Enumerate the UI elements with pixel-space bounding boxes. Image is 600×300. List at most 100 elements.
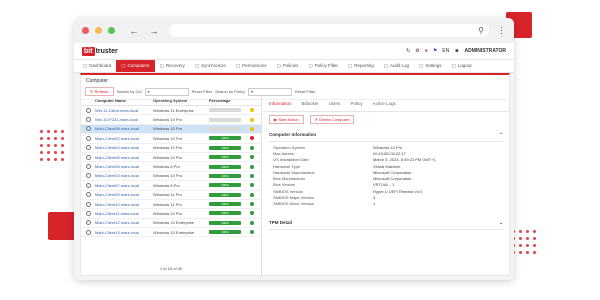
minimize-window-icon[interactable] [95,27,102,34]
tab-information[interactable]: Information [269,101,292,106]
info-icon[interactable]: ● [425,48,428,54]
refresh-button[interactable]: ↻ Refresh [85,87,114,96]
chevron-up-icon[interactable]: ⌃ [499,132,503,138]
row-radio[interactable] [81,192,95,198]
table-row[interactable]: Main-Client05.mars.local Windows 10 Pro 10… [81,153,261,163]
table-row[interactable]: Win-11-Client.mars.local Windows 11 Enter… [81,106,261,116]
operating-system-cell: Windows 10 Pro [153,135,183,141]
chevron-down-icon[interactable]: ⌄ [499,220,503,226]
table-row[interactable]: Main-Client08.mars.local Windows 10 Pro [81,124,261,135]
computer-name-link[interactable]: Win-10-P2Z1.mars.local [95,117,153,122]
computer-name-link[interactable]: Main-Client05.mars.local [95,155,153,160]
percentage-cell: 100% [209,145,247,150]
computer-name-link[interactable]: Main-Client06.mars.local [95,164,153,169]
delete-computer-button[interactable]: ✕ Delete Computer [309,115,355,124]
computer-name-link[interactable]: Main-Client07.mars.local [95,183,153,188]
tab-bitlocker[interactable]: Bitlocker [302,101,319,106]
reset-filter-ou[interactable]: Reset Filter [192,89,212,94]
row-radio[interactable] [81,154,95,160]
menu-item-settings[interactable]: ▢ Settings [414,60,447,72]
menu-item-policy-filter[interactable]: ▢ Policy Filter [303,60,343,72]
computer-name-link[interactable]: Main-Client13.mars.local [95,230,153,235]
percentage-bar: 100% [209,183,241,188]
start-action-button[interactable]: ▶ Start Action [269,115,304,124]
table-row[interactable]: Main-Client11.mars.local Windows 10 Pro 10… [81,209,261,219]
user-name[interactable]: ADMINISTRATOR [465,48,506,54]
computer-name-link[interactable]: Main-Client10.mars.local [95,202,153,207]
row-radio[interactable] [81,201,95,207]
computer-name-link[interactable]: Main-Client08.mars.local [95,126,153,131]
refresh-icon[interactable]: ↻ [406,48,410,54]
more-options-icon[interactable]: ⋮ [497,25,506,36]
header-percentage[interactable]: Percentage [209,98,247,103]
row-radio[interactable] [81,173,95,179]
reset-filter-policy[interactable]: Reset Filter [295,89,315,94]
table-row[interactable]: Main-Client13.mars.local Windows 10 Enter… [81,228,261,238]
menu-item-synchronize[interactable]: ▢ Synchronize [190,60,231,72]
user-avatar-icon[interactable]: ☻ [454,48,459,54]
tab-users[interactable]: Users [329,101,341,106]
tpm-detail-section[interactable]: TPM Detail ⌄ [269,217,503,230]
header-computer-name[interactable]: Computer Name [95,98,153,103]
table-row[interactable]: Main-Client12.mars.local Windows 10 Enter… [81,219,261,229]
menu-item-reporting[interactable]: ▢ Reporting [343,60,379,72]
forward-arrow-icon[interactable]: → [147,24,161,38]
computer-name-link[interactable]: Main-Client03.mars.local [95,173,153,178]
status-dot-icon [247,183,257,188]
status-dot-icon [247,164,257,169]
computer-name-link[interactable]: Main-Client09.mars.local [95,192,153,197]
table-row[interactable]: Main-Client10.mars.local Windows 11 Pro 10… [81,200,261,210]
menu-item-computers[interactable]: ▢ Computers [116,60,155,72]
search-ou-select[interactable]: ▾ [144,87,189,96]
row-radio[interactable] [81,182,95,188]
info-value: 1 [373,201,376,207]
row-radio[interactable] [81,117,95,123]
percentage-cell [209,108,247,113]
row-radio[interactable] [81,210,95,216]
row-radio[interactable] [81,145,95,151]
close-window-icon[interactable] [82,27,89,34]
menu-item-permissions[interactable]: ▢ Permissions [231,60,272,72]
row-radio[interactable] [81,126,95,132]
tab-active-logs[interactable]: Active Logs [373,101,396,106]
percentage-cell: 100% [209,192,247,197]
menu-item-dashboard[interactable]: ▢ Dashboard [78,60,116,72]
computer-name-link[interactable]: Main-Client11.mars.local [95,211,153,216]
language-label[interactable]: EN [442,48,449,54]
menu-item-logout[interactable]: ▢ Logout [447,60,477,72]
table-row[interactable]: Main-Client04.mars.local Windows 10 Pro 10… [81,144,261,153]
table-header: Computer Name Operating System Percentag… [81,96,261,106]
row-radio[interactable] [81,107,95,113]
row-radio[interactable] [81,229,95,235]
header-operating-system[interactable]: Operating System [153,98,209,103]
search-icon[interactable]: ⚲ [478,24,484,37]
pagination[interactable]: 1 to 15 of 40 [81,266,261,271]
info-value: 3 [373,195,376,201]
row-radio[interactable] [81,135,95,141]
computer-name-link[interactable]: Win-11-Client.mars.local [95,108,153,113]
computer-name-link[interactable]: Main-Client12.mars.local [95,220,153,225]
menu-item-policies[interactable]: ▢ Policies [272,60,304,72]
table-row[interactable]: Main-Client02.mars.local Windows 10 Pro 10… [81,134,261,144]
address-bar[interactable]: ⚲ [169,24,489,37]
back-arrow-icon[interactable]: ← [127,24,141,38]
tab-policy[interactable]: Policy [351,101,363,106]
table-row[interactable]: Main-Client06.mars.local Windows 8 Pro 100… [81,162,261,172]
table-row[interactable]: Main-Client09.mars.local Windows 11 Pro 10… [81,191,261,200]
row-radio[interactable] [81,164,95,170]
computer-name-link[interactable]: Main-Client02.mars.local [95,136,153,141]
row-radio[interactable] [81,220,95,226]
computer-name-link[interactable]: Main-Client04.mars.local [95,145,153,150]
table-row[interactable]: Main-Client07.mars.local Windows 8 Pro 100… [81,181,261,191]
menu-item-recovery[interactable]: ▢ Recovery [155,60,190,72]
info-value: 00:15:5D:00:22:17 [373,150,406,156]
maximize-window-icon[interactable] [108,27,115,34]
table-row[interactable]: Main-Client03.mars.local Windows 10 Pro 10… [81,172,261,182]
settings-icon[interactable]: ⚙ [415,48,419,54]
computer-information-section[interactable]: Computer Information ⌃ [269,129,503,142]
menu-item-audit-log[interactable]: ▢ Audit Log [379,60,414,72]
search-policy-select[interactable]: ▾ [247,87,292,96]
permissions-icon: ▢ [235,63,241,68]
flag-icon[interactable]: ⚑ [433,48,437,54]
table-row[interactable]: Win-10-P2Z1.mars.local Windows 10 Pro [81,115,261,125]
